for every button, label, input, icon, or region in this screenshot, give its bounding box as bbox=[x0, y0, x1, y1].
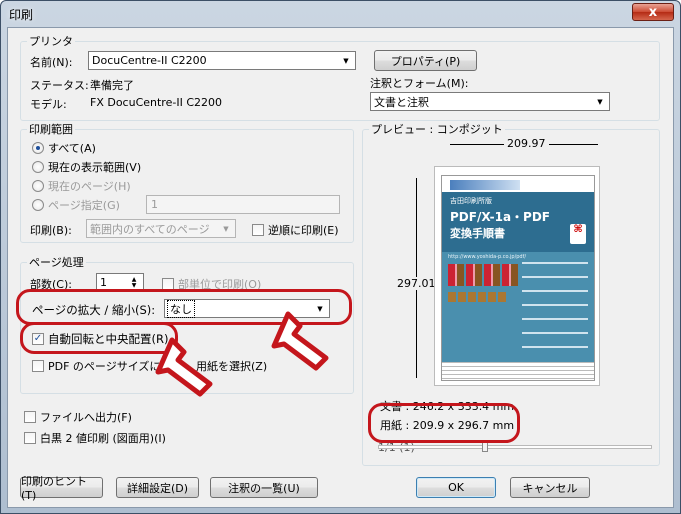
reverse-pages-checkbox[interactable]: 逆順に印刷(E) bbox=[252, 222, 339, 238]
preview-height: 297.01 bbox=[396, 277, 437, 290]
page-handling-label: ページ処理 bbox=[29, 256, 84, 269]
radio-current-view[interactable]: 現在の表示範囲(V) bbox=[32, 159, 141, 175]
page-preview-content: 吉田印刷所版 PDF/X-1a・PDF 変換手順書 ⌘ http://www.y… bbox=[441, 175, 595, 381]
chevron-down-icon: ▼ bbox=[597, 97, 603, 106]
app-icons-row-1 bbox=[448, 264, 520, 286]
subset-value: 範囲内のすべてのページ bbox=[90, 222, 210, 236]
radio-all[interactable]: すべて(A) bbox=[32, 140, 96, 156]
copies-value: 1 bbox=[100, 276, 107, 289]
chevron-down-icon: ▼ bbox=[223, 224, 229, 233]
radio-icon bbox=[32, 199, 44, 211]
radio-current-view-label: 現在の表示範囲(V) bbox=[48, 161, 142, 174]
pages-input-value: 1 bbox=[151, 198, 158, 211]
status-value: 準備完了 bbox=[90, 79, 134, 92]
reverse-pages-label: 逆順に印刷(E) bbox=[268, 224, 339, 237]
preview-title-1: PDF/X-1a・PDF bbox=[450, 210, 550, 224]
radio-selected-icon bbox=[32, 142, 44, 154]
preview-header-band: 吉田印刷所版 PDF/X-1a・PDF 変換手順書 ⌘ bbox=[442, 192, 594, 252]
notes-forms-label: 注釈とフォーム(M): bbox=[370, 77, 469, 90]
window-title: 印刷 bbox=[9, 7, 34, 22]
close-button[interactable]: x bbox=[632, 3, 674, 21]
arrow-pointer-icon bbox=[271, 311, 329, 371]
checkbox-icon bbox=[24, 411, 36, 423]
checkbox-icon bbox=[32, 360, 44, 372]
preview-width: 209.97 bbox=[504, 137, 549, 150]
size-info-highlight bbox=[368, 403, 520, 443]
print-tips-button[interactable]: 印刷のヒント(T) bbox=[20, 475, 103, 502]
preview-footer bbox=[442, 362, 594, 380]
black-white-checkbox[interactable]: 白黒 2 値印刷 (図面用)(I) bbox=[24, 430, 166, 446]
page-slider-track[interactable] bbox=[378, 445, 652, 449]
print-dialog: 印刷 x プリンタ 名前(N): DocuCentre-II C2200 ▼ プ… bbox=[0, 0, 681, 514]
radio-all-label: すべて(A) bbox=[48, 142, 96, 155]
checkbox-icon bbox=[252, 224, 264, 236]
radio-pages-label: ページ指定(G) bbox=[48, 199, 120, 212]
printer-name-value: DocuCentre-II C2200 bbox=[92, 54, 207, 67]
notes-forms-select[interactable]: 文書と注釈 ▼ bbox=[370, 92, 610, 111]
pages-input[interactable]: 1 bbox=[146, 195, 340, 214]
preview-publisher: 吉田印刷所版 bbox=[450, 197, 492, 205]
radio-current-page-label: 現在のページ(H) bbox=[48, 180, 131, 193]
pdf-icon: ⌘ bbox=[570, 224, 586, 244]
ok-button[interactable]: OK bbox=[416, 477, 496, 498]
radio-current-page[interactable]: 現在のページ(H) bbox=[32, 178, 131, 194]
status-label: ステータス: bbox=[30, 79, 89, 92]
preview-url: http://www.yoshida-p.co.jp/pdf/ bbox=[448, 254, 527, 260]
pdf-page-size-checkbox[interactable]: PDF のページサイズに bbox=[32, 358, 160, 374]
preview-label: プレビュー : コンポジット bbox=[371, 123, 503, 136]
arrow-pointer-icon bbox=[155, 337, 213, 397]
preview-title-2: 変換手順書 bbox=[450, 227, 505, 240]
cancel-button[interactable]: キャンセル bbox=[510, 477, 590, 498]
close-icon: x bbox=[648, 4, 658, 20]
spin-icon: ▲ ▼ bbox=[131, 275, 137, 289]
page-preview: 吉田印刷所版 PDF/X-1a・PDF 変換手順書 ⌘ http://www.y… bbox=[434, 166, 600, 386]
radio-icon bbox=[32, 161, 44, 173]
subset-select[interactable]: 範囲内のすべてのページ ▼ bbox=[86, 219, 236, 238]
app-icons-row-2 bbox=[448, 292, 508, 302]
pdf-page-size-label: PDF のページサイズに bbox=[48, 360, 161, 373]
radio-icon bbox=[32, 180, 44, 192]
print-to-file-checkbox[interactable]: ファイルへ出力(F) bbox=[24, 409, 132, 425]
dialog-body: プリンタ 名前(N): DocuCentre-II C2200 ▼ プロパティ(… bbox=[7, 27, 674, 508]
advanced-button[interactable]: 詳細設定(D) bbox=[116, 477, 199, 498]
subset-label: 印刷(B): bbox=[30, 224, 72, 237]
print-range-label: 印刷範囲 bbox=[29, 123, 73, 136]
notes-forms-value: 文書と注釈 bbox=[374, 95, 429, 109]
black-white-label: 白黒 2 値印刷 (図面用)(I) bbox=[40, 432, 166, 445]
summarize-comments-button[interactable]: 注釈の一覧(U) bbox=[210, 477, 318, 498]
preview-body-band: http://www.yoshida-p.co.jp/pdf/ bbox=[442, 252, 594, 362]
printer-name-select[interactable]: DocuCentre-II C2200 ▼ bbox=[88, 51, 356, 70]
model-label: モデル: bbox=[30, 98, 67, 111]
radio-pages[interactable]: ページ指定(G) bbox=[32, 197, 120, 213]
properties-button[interactable]: プロパティ(P) bbox=[374, 50, 477, 71]
model-value: FX DocuCentre-II C2200 bbox=[90, 96, 222, 109]
checkbox-icon bbox=[24, 432, 36, 444]
preview-logo bbox=[450, 180, 520, 190]
printer-group-label: プリンタ bbox=[29, 35, 73, 48]
chevron-down-icon: ▼ bbox=[343, 56, 349, 65]
title-bar[interactable]: 印刷 x bbox=[1, 1, 680, 27]
printer-name-label: 名前(N): bbox=[30, 56, 73, 69]
preview-toc-lines bbox=[522, 262, 588, 354]
print-to-file-label: ファイルへ出力(F) bbox=[40, 411, 132, 424]
